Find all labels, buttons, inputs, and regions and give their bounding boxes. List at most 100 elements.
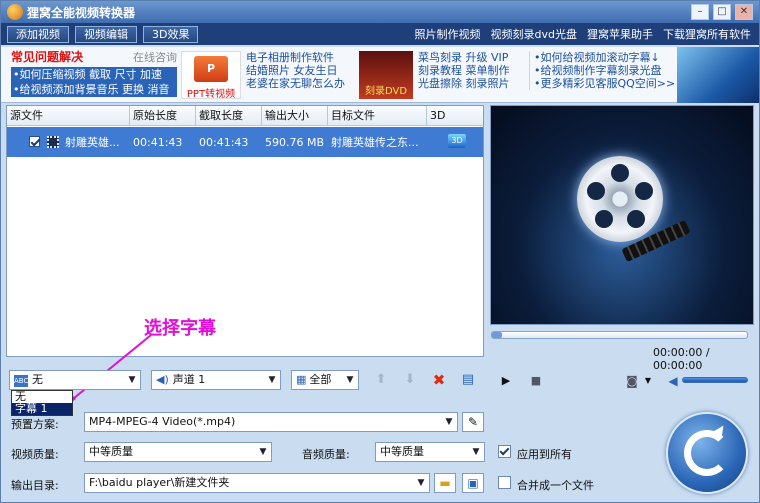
audio-quality-select[interactable]: 中等质量 ▼ bbox=[375, 442, 485, 462]
col-target[interactable]: 目标文件 bbox=[328, 106, 427, 126]
row-size: 590.76 MB bbox=[265, 135, 325, 149]
toolbar: 添加视频 视频编辑 3D效果 照片制作视频 视频刻录dvd光盘 狸窝苹果助手 下… bbox=[1, 23, 759, 45]
subtitle-icon: ABC bbox=[14, 375, 29, 387]
minimize-button[interactable]: – bbox=[691, 4, 709, 20]
output-dir-value: F:\baidu player\新建文件夹 bbox=[89, 476, 230, 489]
stop-icon[interactable]: ■ bbox=[528, 372, 544, 388]
3d-icon[interactable]: 3D bbox=[448, 134, 466, 148]
seek-handle[interactable] bbox=[492, 332, 502, 338]
3d-effect-button[interactable]: 3D效果 bbox=[143, 25, 199, 43]
camera-icon[interactable]: ◙ bbox=[623, 372, 641, 388]
ad-link[interactable]: •给视频制作字幕刻录光盘 bbox=[534, 64, 675, 77]
table-row[interactable]: 射雕英雄... 00:41:43 00:41:43 590.76 MB 射雕英雄… bbox=[7, 127, 483, 157]
ppt-label: PPT转视频 bbox=[186, 89, 236, 100]
preset-value: MP4-MPEG-4 Video(*.mp4) bbox=[89, 415, 236, 428]
audio-value: 声道 1 bbox=[172, 373, 206, 386]
clear-list-icon[interactable]: ▤ bbox=[459, 371, 477, 389]
browse-folder-icon[interactable]: ▬ bbox=[434, 473, 456, 493]
audio-track-select[interactable]: ◀) 声道 1 ▼ bbox=[151, 370, 281, 390]
ad-link[interactable]: •如何给视频加滚动字幕↓ bbox=[534, 51, 675, 64]
maximize-button[interactable]: □ bbox=[713, 4, 731, 20]
chevron-down-icon[interactable]: ▼ bbox=[266, 374, 278, 386]
link-download-all[interactable]: 下载狸窝所有软件 bbox=[663, 26, 751, 42]
video-quality-label: 视频质量: bbox=[11, 448, 59, 461]
ad-link[interactable]: 菜鸟刻录 升级 VIP bbox=[418, 51, 510, 64]
title-bar: 狸窝全能视频转换器 – □ ✕ bbox=[1, 1, 759, 23]
row-source: 射雕英雄... bbox=[65, 136, 120, 149]
range-select[interactable]: ▦ 全部 ▼ bbox=[291, 370, 359, 390]
faq-item[interactable]: •给视频添加背景音乐 更换 消音 bbox=[11, 82, 177, 97]
edit-video-button[interactable]: 视频编辑 bbox=[75, 25, 137, 43]
range-value: 全部 bbox=[309, 373, 332, 386]
anime-ad-image[interactable] bbox=[677, 47, 759, 103]
add-video-button[interactable]: 添加视频 bbox=[7, 25, 69, 43]
volume-slider[interactable] bbox=[682, 377, 748, 383]
ppt-video-thumb[interactable]: P PPT转视频 bbox=[181, 51, 241, 100]
close-button[interactable]: ✕ bbox=[735, 4, 753, 20]
link-burn-dvd[interactable]: 视频刻录dvd光盘 bbox=[491, 26, 577, 42]
col-source[interactable]: 源文件 bbox=[7, 106, 130, 126]
subtitle-select[interactable]: ABC 无 ▼ bbox=[9, 370, 141, 390]
play-icon[interactable]: ▶ bbox=[498, 372, 514, 388]
col-output-size[interactable]: 输出大小 bbox=[262, 106, 328, 126]
subtitle-option[interactable]: 字幕 1 bbox=[12, 403, 72, 415]
link-apple-helper[interactable]: 狸窝苹果助手 bbox=[587, 26, 653, 42]
apply-all-checkbox[interactable] bbox=[498, 445, 511, 458]
audio-quality-value: 中等质量 bbox=[380, 445, 424, 458]
burn-dvd-thumb[interactable]: 刻录DVD bbox=[359, 51, 413, 99]
settings-tool-icon[interactable]: ✎ bbox=[462, 412, 484, 432]
ad-link[interactable]: 老婆在家无聊怎么办 bbox=[246, 77, 345, 90]
chevron-down-icon[interactable]: ▼ bbox=[126, 374, 138, 386]
file-list-header: 源文件 原始长度 截取长度 输出大小 目标文件 3D bbox=[7, 106, 483, 126]
app-window: 狸窝全能视频转换器 – □ ✕ 添加视频 视频编辑 3D效果 照片制作视频 视频… bbox=[0, 0, 760, 503]
audio-icon: ◀) bbox=[156, 373, 169, 386]
ad-link[interactable]: 结婚照片 女友生日 bbox=[246, 64, 345, 77]
faq-title: 常见问题解决 bbox=[11, 50, 84, 64]
time-display: 00:00:00 / 00:00:00 bbox=[653, 346, 710, 372]
row-orig: 00:41:43 bbox=[133, 135, 183, 149]
merge-label: 合并成一个文件 bbox=[517, 479, 594, 492]
ppt-icon: P bbox=[194, 56, 228, 82]
output-dir-input[interactable]: F:\baidu player\新建文件夹 ▼ bbox=[84, 473, 430, 493]
film-icon bbox=[47, 136, 59, 148]
chevron-down-icon[interactable]: ▼ bbox=[470, 446, 482, 458]
volume-icon[interactable]: ◀ bbox=[665, 372, 681, 388]
convert-button[interactable] bbox=[666, 412, 748, 494]
range-icon: ▦ bbox=[296, 373, 307, 386]
chevron-down-icon[interactable]: ▼ bbox=[443, 416, 455, 428]
ad-link[interactable]: 电子相册制作软件 bbox=[246, 51, 345, 64]
video-quality-select[interactable]: 中等质量 ▼ bbox=[84, 442, 272, 462]
row-target: 射雕英雄传之东... bbox=[331, 136, 419, 149]
ad-link[interactable]: 光盘擦除 刻录照片 bbox=[418, 77, 510, 90]
subtitle-dropdown[interactable]: 无 字幕 1 bbox=[11, 390, 73, 416]
ad-link[interactable]: 刻录教程 菜单制作 bbox=[418, 64, 510, 77]
audio-quality-label: 音频质量: bbox=[302, 448, 350, 461]
faq-online-link[interactable]: 在线咨询 bbox=[133, 51, 177, 64]
delete-icon[interactable]: ✖ bbox=[430, 371, 448, 389]
move-down-icon[interactable]: ⬇ bbox=[401, 371, 419, 389]
preset-select[interactable]: MP4-MPEG-4 Video(*.mp4) ▼ bbox=[84, 412, 458, 432]
file-list[interactable]: 源文件 原始长度 截取长度 输出大小 目标文件 3D 射雕英雄... 00:41… bbox=[6, 105, 484, 357]
merge-checkbox[interactable] bbox=[498, 476, 511, 489]
camera-dropdown-icon[interactable]: ▼ bbox=[643, 372, 653, 388]
dvd-label: 刻录DVD bbox=[364, 86, 408, 97]
col-orig-length[interactable]: 原始长度 bbox=[130, 106, 196, 126]
row-checkbox[interactable] bbox=[29, 136, 40, 147]
link-photo-video[interactable]: 照片制作视频 bbox=[415, 26, 481, 42]
chevron-down-icon[interactable]: ▼ bbox=[415, 477, 427, 489]
ad-link[interactable]: •更多精彩见客服QQ空间>> bbox=[534, 77, 675, 90]
output-dir-label: 输出目录: bbox=[11, 479, 59, 492]
app-logo-icon bbox=[7, 4, 23, 20]
film-reel-icon bbox=[577, 156, 663, 242]
preset-label: 预置方案: bbox=[11, 418, 59, 431]
chevron-down-icon[interactable]: ▼ bbox=[257, 446, 269, 458]
col-3d[interactable]: 3D bbox=[427, 106, 483, 126]
subtitle-value: 无 bbox=[32, 373, 43, 386]
chevron-down-icon[interactable]: ▼ bbox=[344, 374, 356, 386]
open-folder-icon[interactable]: ▣ bbox=[462, 473, 484, 493]
video-quality-value: 中等质量 bbox=[89, 445, 133, 458]
seek-bar[interactable] bbox=[491, 331, 748, 339]
move-up-icon[interactable]: ⬆ bbox=[372, 371, 390, 389]
col-cut-length[interactable]: 截取长度 bbox=[196, 106, 262, 126]
faq-item[interactable]: •如何压缩视频 截取 尺寸 加速 bbox=[11, 67, 177, 82]
